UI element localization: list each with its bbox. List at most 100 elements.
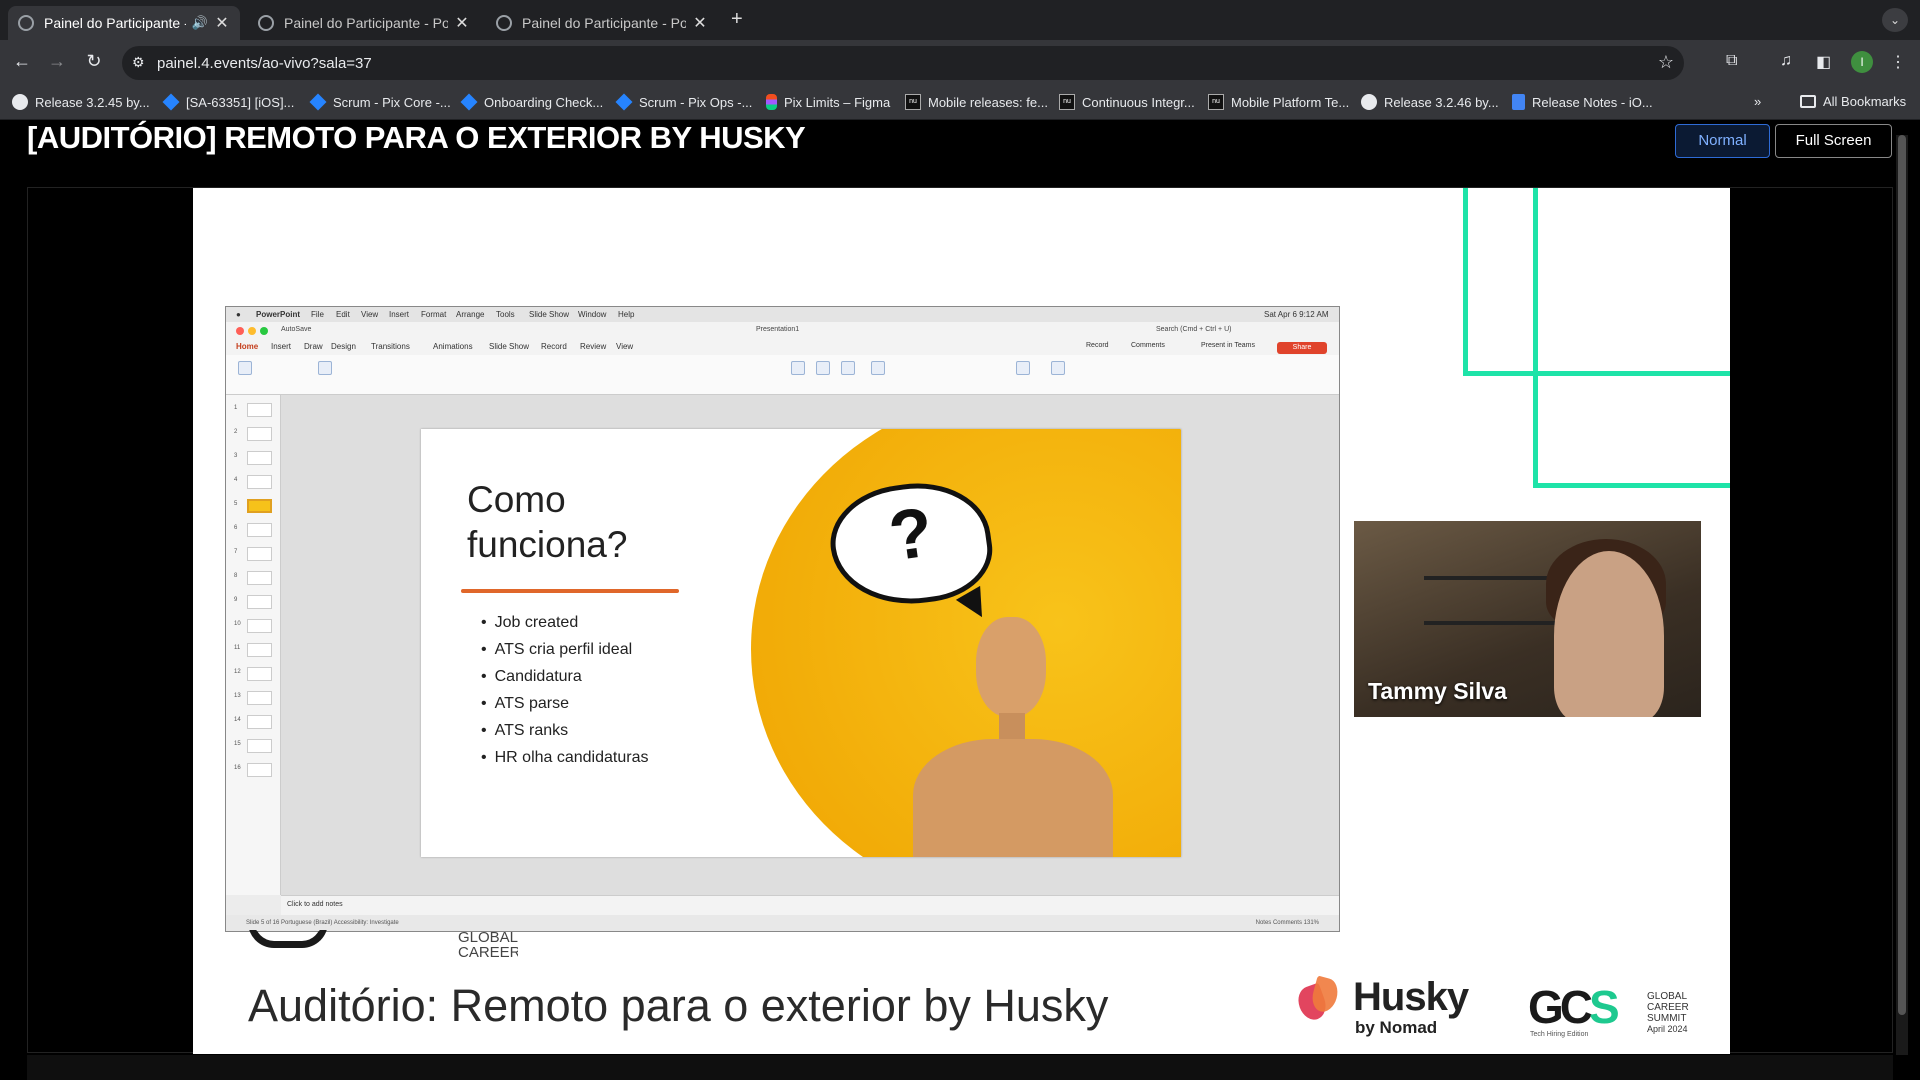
side-panel-icon[interactable]: ◧ [1816,52,1831,72]
slide-thumbnail: 16 [226,761,281,779]
ribbon-toolbar [226,355,1339,395]
ribbon-tab: Design [331,342,356,351]
bookmark-item[interactable]: Release Notes - iO... [1512,94,1653,110]
slide-number: 14 [234,717,241,723]
slide-canvas: ? Como funciona? Job created ATS cria pe… [281,395,1339,895]
tab-search-button[interactable]: ⌄ [1882,8,1908,32]
fullscreen-button[interactable]: Full Screen [1775,124,1892,158]
slide-preview [247,403,272,417]
bookmark-item[interactable]: Pix Limits – Figma [766,94,890,110]
close-dot [236,327,244,335]
bookmark-item[interactable]: Scrum - Pix Core -... [309,93,451,111]
menu-icon[interactable]: ⋮ [1890,52,1906,72]
bookmark-item[interactable]: Onboarding Check... [460,93,603,111]
tab-title: Painel do Participante - P [44,15,186,31]
close-tab-icon[interactable]: ✕ [214,13,230,33]
slide-number: 11 [234,645,241,651]
menu-item: Arrange [456,310,485,319]
partial-logo-text: GLOBAL CAREER [458,930,518,960]
ppt-search: Search (Cmd + Ctrl + U) [1156,326,1232,333]
slide-number: 12 [234,669,241,675]
speaker-icon[interactable]: 🔊 [192,15,208,31]
reload-button[interactable]: ↻ [82,51,106,72]
bullet-item: ATS ranks [481,717,648,744]
globe-icon [258,15,274,31]
mannequin-body [913,739,1113,857]
menu-item: View [361,310,379,319]
globe-icon [496,15,512,31]
new-tab-button[interactable]: + [731,8,743,31]
menu-item: Insert [389,310,410,319]
ribbon-tab: Insert [271,342,292,351]
bookmark-star-icon[interactable]: ☆ [1658,52,1674,73]
bookmark-item[interactable]: Release 3.2.45 by... [12,94,150,110]
forward-button[interactable]: → [45,51,69,72]
back-button[interactable]: ← [10,51,34,72]
bookmark-item[interactable]: Release 3.2.46 by... [1361,94,1499,110]
picture-icon [791,361,805,375]
bullet-item: HR olha candidaturas [481,744,649,771]
ribbon-tab: Draw [304,342,323,351]
record-button: Record [1086,342,1109,349]
bookmark-item[interactable]: Scrum - Pix Ops -... [615,93,752,111]
browser-tab-1[interactable]: Painel do Participante - P 🔊 ✕ [8,6,240,40]
close-tab-icon[interactable]: ✕ [454,13,470,33]
slide-thumbnails: 1 2 3 4 5 6 7 8 9 10 11 12 13 14 15 16 [226,395,281,895]
menu-item: Slide Show [529,310,570,319]
speaker-figure [1554,551,1664,717]
bookmarks-bar: Release 3.2.45 by... [SA-63351] [iOS]...… [0,86,1920,120]
slide-number: 2 [234,429,238,435]
scrollbar-thumb[interactable] [1898,135,1906,1015]
slide-preview [247,547,272,561]
new-slide-icon [318,361,332,375]
slide-preview [247,619,272,633]
status-left: Slide 5 of 16 Portuguese (Brazil) Access… [246,920,399,926]
url-text[interactable]: painel.4.events/ao-vivo?sala=37 [157,55,372,72]
comments-button: Comments [1131,342,1165,349]
gcs-logo-text: GLOBAL CAREER SUMMIT April 2024 [1647,991,1689,1034]
slide-thumbnail: 14 [226,713,281,731]
site-info-icon[interactable]: ⚙ [132,54,145,71]
notes-pane: Click to add notes [281,895,1339,915]
bookmarks-overflow-button[interactable]: » [1754,94,1761,109]
ribbon-tab: Animations [433,342,473,351]
bookmark-item[interactable]: nu Mobile Platform Te... [1208,94,1349,110]
slide-thumbnail: 12 [226,665,281,683]
bookmark-item[interactable]: nu Mobile releases: fe... [905,94,1048,110]
slide-number: 8 [234,573,238,579]
profile-avatar[interactable]: I [1851,51,1873,73]
menu-item: Format [421,310,447,319]
media-controls-icon[interactable]: ♫ [1780,52,1792,70]
video-player[interactable]: ● PowerPoint File Edit View Insert Forma… [27,187,1893,1054]
decor-line [1533,188,1538,488]
nubank-icon: nu [1208,94,1224,110]
slide-preview [247,571,272,585]
ribbon-tab: View [616,342,634,351]
page-scrollbar[interactable] [1896,135,1908,1055]
slide-preview [247,451,272,465]
ribbon-tab: Transitions [371,342,410,351]
bookmark-item[interactable]: nu Continuous Integr... [1059,94,1195,110]
normal-view-button[interactable]: Normal [1675,124,1770,158]
husky-logo-subtitle: by Nomad [1355,1018,1438,1037]
stage-footer-title: Auditório: Remoto para o exterior by Hus… [248,980,1109,1031]
all-bookmarks-button[interactable]: All Bookmarks [1800,94,1906,109]
browser-tab-3[interactable]: Painel do Participante - Powe ✕ [486,6,718,40]
menu-item: Help [618,310,635,319]
slide-thumbnail: 6 [226,521,281,539]
slide-thumbnail: 13 [226,689,281,707]
tab-strip: Painel do Participante - P 🔊 ✕ Painel do… [0,0,1920,40]
browser-tab-2[interactable]: Painel do Participante - Powe ✕ [248,6,480,40]
docs-icon [1512,94,1525,110]
slide-preview [247,763,272,777]
broadcast-stage: ● PowerPoint File Edit View Insert Forma… [193,188,1730,1054]
ribbon-tab: Review [580,342,607,351]
slide-number: 9 [234,597,238,603]
slide-preview [247,595,272,609]
bookmark-item[interactable]: [SA-63351] [iOS]... [162,93,294,111]
jira-icon [162,93,180,111]
nubank-icon: nu [905,94,921,110]
extensions-icon[interactable]: ⧉ [1726,52,1737,70]
close-tab-icon[interactable]: ✕ [692,13,708,33]
address-bar[interactable]: ⚙ painel.4.events/ao-vivo?sala=37 ☆ [122,46,1684,80]
